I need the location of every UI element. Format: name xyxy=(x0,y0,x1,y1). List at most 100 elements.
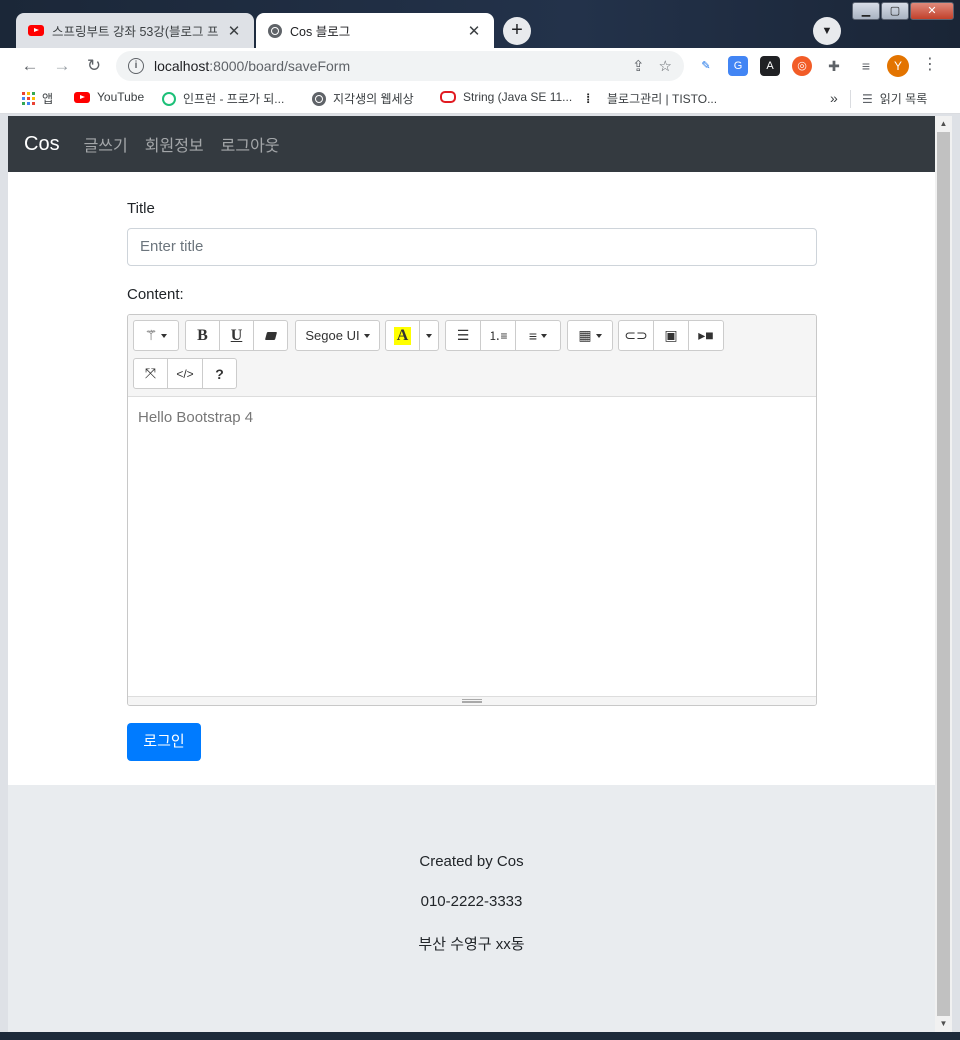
inflearn-icon xyxy=(162,91,176,106)
bookmarks-divider xyxy=(850,90,851,108)
address-bar[interactable]: i localhost:8000/board/saveForm ⇪ ☆ xyxy=(116,51,684,81)
nav-link-logout[interactable]: 로그아웃 xyxy=(221,132,280,156)
window-controls: ▁ ▢ ✕ xyxy=(852,2,954,20)
color-dropdown-button[interactable] xyxy=(419,320,439,351)
reload-icon[interactable]: ↻ xyxy=(82,54,106,78)
maximize-button[interactable]: ▢ xyxy=(881,2,909,20)
browser-window: 스프링부트 강좌 53강(블로그 프 ✕ Cos 블로그 ✕ + ▼ ▁ ▢ ✕… xyxy=(0,0,960,1040)
font-name-dropdown[interactable]: Segoe UI xyxy=(295,320,380,351)
nav-link-profile[interactable]: 회원정보 xyxy=(145,132,204,156)
chevron-down-icon: ▼ xyxy=(821,25,833,37)
bold-button[interactable]: B xyxy=(185,320,220,351)
google-translate-icon[interactable]: G xyxy=(728,56,748,76)
share-icon[interactable]: ⇪ xyxy=(632,57,645,75)
scroll-thumb[interactable] xyxy=(937,132,950,1016)
editor-resize-handle[interactable] xyxy=(128,696,816,705)
page-scrollbar[interactable]: ▲ ▼ xyxy=(935,116,952,1032)
media-control-icon[interactable]: ≡ xyxy=(856,56,876,76)
table-button[interactable]: ▦ xyxy=(567,320,613,351)
tab-title: Cos 블로그 xyxy=(290,25,351,39)
underline-icon: U xyxy=(230,326,243,344)
apps-grid-icon xyxy=(22,92,35,105)
underline-button[interactable]: U xyxy=(219,320,254,351)
footer-address: 부산 수영구 xx동 xyxy=(418,936,525,953)
bookmark-youtube[interactable]: YouTube xyxy=(74,90,144,104)
youtube-icon xyxy=(74,91,90,103)
numbered-list-icon: ⒈≡ xyxy=(488,329,508,343)
page-viewport: Cos 글쓰기 회원정보 로그아웃 Title Enter title Cont… xyxy=(8,116,935,1032)
magic-wand-icon: ⚚ xyxy=(144,327,158,343)
tab-title: 스프링부트 강좌 53강(블로그 프 xyxy=(52,25,219,39)
back-arrow-icon[interactable]: ← xyxy=(18,54,42,78)
bookmarks-more-button[interactable]: » xyxy=(830,90,838,106)
footer-credit: Created by Cos xyxy=(419,853,524,870)
minimize-button[interactable]: ▁ xyxy=(852,2,880,20)
kebab-menu-icon[interactable]: ⋮ xyxy=(922,54,938,74)
link-button[interactable]: ⊂⊃ xyxy=(618,320,654,351)
profile-avatar[interactable]: Y xyxy=(887,55,909,77)
scroll-down-icon[interactable]: ▼ xyxy=(935,1016,952,1032)
picture-button[interactable]: ▣ xyxy=(653,320,689,351)
globe-icon xyxy=(268,23,282,38)
align-left-icon: ≡ xyxy=(528,327,538,344)
star-icon[interactable]: ☆ xyxy=(659,57,672,75)
reading-list-button[interactable]: ☰ 읽기 목록 xyxy=(862,90,927,107)
codeview-button[interactable]: </> xyxy=(167,358,203,389)
url-path: :8000/board/saveForm xyxy=(209,58,351,74)
puzzle-icon[interactable]: ✚ xyxy=(824,56,844,76)
video-button[interactable]: ▸■ xyxy=(688,320,724,351)
bookmark-inflearn[interactable]: 인프런 - 프로가 되... xyxy=(162,90,284,107)
footer-phone: 010-2222-3333 xyxy=(420,893,523,910)
reading-list-icon: ☰ xyxy=(862,91,873,106)
close-icon[interactable]: ✕ xyxy=(226,22,242,40)
title-input[interactable]: Enter title xyxy=(127,228,817,266)
extension-pen-icon[interactable]: ✎ xyxy=(696,56,716,76)
bookmark-java-string[interactable]: String (Java SE 11... xyxy=(440,90,572,104)
eraser-icon xyxy=(264,331,277,340)
title-bar: 스프링부트 강좌 53강(블로그 프 ✕ Cos 블로그 ✕ + ▼ ▁ ▢ ✕ xyxy=(0,0,960,48)
bookmark-web-world[interactable]: 지각생의 웹세상 xyxy=(312,90,414,107)
extension-lifebuoy-icon[interactable]: ◎ xyxy=(792,56,812,76)
image-icon: ▣ xyxy=(664,327,678,343)
ordered-list-button[interactable]: ⒈≡ xyxy=(480,320,516,351)
oracle-icon xyxy=(440,91,456,103)
browser-toolbar: ← → ↻ i localhost:8000/board/saveForm ⇪ … xyxy=(0,48,960,84)
brand-link[interactable]: Cos xyxy=(24,133,60,156)
font-color-icon: A xyxy=(393,326,412,345)
scroll-up-icon[interactable]: ▲ xyxy=(935,116,952,132)
text-color-button[interactable]: A xyxy=(385,320,420,351)
title-label: Title xyxy=(127,200,155,217)
nav-link-write[interactable]: 글쓰기 xyxy=(84,132,128,156)
style-button[interactable]: ⚚ xyxy=(133,320,179,351)
forward-arrow-icon[interactable]: → xyxy=(50,54,74,78)
unordered-list-button[interactable]: ☰ xyxy=(445,320,481,351)
tab-youtube[interactable]: 스프링부트 강좌 53강(블로그 프 ✕ xyxy=(16,13,254,48)
bold-icon: B xyxy=(197,326,208,344)
youtube-icon xyxy=(28,25,44,36)
code-icon: </> xyxy=(176,366,194,381)
site-footer: Created by Cos 010-2222-3333 부산 수영구 xx동 xyxy=(8,785,935,1032)
help-icon: ? xyxy=(215,365,224,382)
close-icon[interactable]: ✕ xyxy=(466,22,482,40)
grip-icon xyxy=(462,699,482,703)
help-button[interactable]: ? xyxy=(202,358,237,389)
submit-button[interactable]: 로그인 xyxy=(127,723,201,761)
bookmarks-bar: 앱 YouTube 인프런 - 프로가 되... 지각생의 웹세상 String… xyxy=(0,84,960,114)
info-icon[interactable]: i xyxy=(128,58,144,74)
paragraph-align-dropdown[interactable]: ≡ xyxy=(515,320,561,351)
bullet-list-icon: ☰ xyxy=(456,327,470,343)
table-icon: ▦ xyxy=(578,327,592,343)
window-close-button[interactable]: ✕ xyxy=(910,2,954,20)
tab-search-button[interactable]: ▼ xyxy=(813,17,841,45)
tab-cos-blog[interactable]: Cos 블로그 ✕ xyxy=(256,13,494,48)
bookmark-tistory[interactable]: ⁞ 블로그관리 | TISTO... xyxy=(586,90,717,107)
site-navbar: Cos 글쓰기 회원정보 로그아웃 xyxy=(8,116,935,172)
clear-format-button[interactable] xyxy=(253,320,288,351)
globe-icon xyxy=(312,91,326,106)
bookmark-apps[interactable]: 앱 xyxy=(22,90,53,107)
editor-content-area[interactable]: Hello Bootstrap 4 xyxy=(128,397,816,697)
new-tab-button[interactable]: + xyxy=(503,17,531,45)
fullscreen-button[interactable]: ⤧ xyxy=(133,358,168,389)
extension-a-icon[interactable]: A xyxy=(760,56,780,76)
tistory-icon: ⁞ xyxy=(586,90,591,106)
